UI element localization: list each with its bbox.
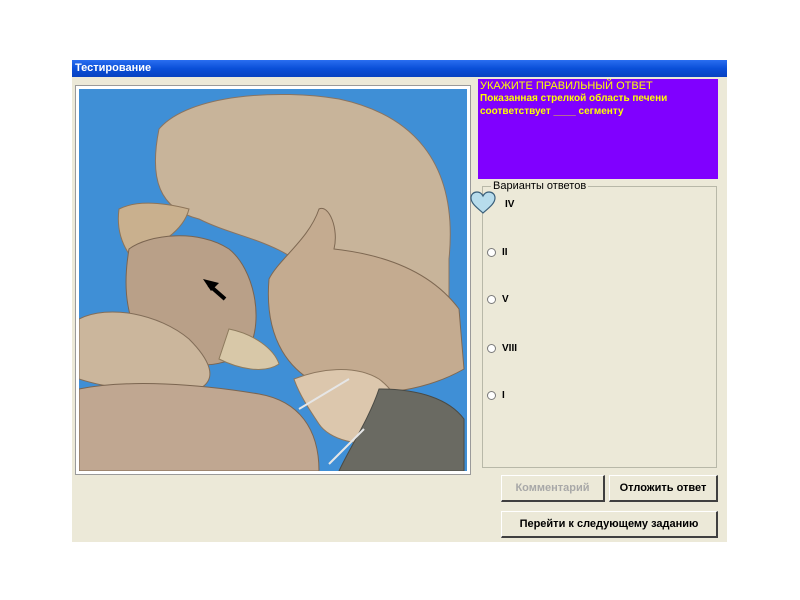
radio-button[interactable]: [487, 247, 496, 257]
specimen-photo-frame: [75, 85, 471, 475]
test-window: Тестирование УКАЖИТЕ ПРАВИЛЬНЫЙ ОТВЕТ По…: [72, 60, 727, 542]
answer-option-label: I: [502, 389, 505, 401]
answers-group: Варианты ответов IV II V VIII I: [482, 180, 717, 468]
answer-option-label: IV: [505, 198, 515, 210]
question-heading: УКАЖИТЕ ПРАВИЛЬНЫЙ ОТВЕТ: [480, 80, 653, 92]
radio-button[interactable]: [487, 343, 496, 353]
answer-option-label: V: [502, 293, 509, 305]
answer-option-viii[interactable]: VIII: [487, 341, 517, 355]
answer-option-label: VIII: [502, 342, 518, 354]
radio-button[interactable]: [487, 294, 496, 304]
answer-option-iv[interactable]: IV: [505, 197, 514, 211]
question-panel: УКАЖИТЕ ПРАВИЛЬНЫЙ ОТВЕТ Показанная стре…: [478, 79, 718, 179]
answers-legend: Варианты ответов: [491, 180, 589, 192]
answer-option-i[interactable]: I: [487, 388, 505, 402]
comment-button[interactable]: Комментарий: [501, 475, 605, 502]
window-title: Тестирование: [72, 60, 727, 77]
postpone-answer-button[interactable]: Отложить ответ: [609, 475, 718, 502]
answer-option-label: II: [502, 246, 508, 258]
answer-option-ii[interactable]: II: [487, 245, 508, 259]
question-text: Показанная стрелкой область печени соотв…: [480, 93, 668, 117]
next-task-button[interactable]: Перейти к следующему заданию: [501, 511, 718, 538]
answer-option-v[interactable]: V: [487, 292, 509, 306]
heart-icon[interactable]: [470, 191, 496, 215]
radio-button[interactable]: [487, 390, 496, 400]
liver-specimen-image: [79, 89, 467, 471]
